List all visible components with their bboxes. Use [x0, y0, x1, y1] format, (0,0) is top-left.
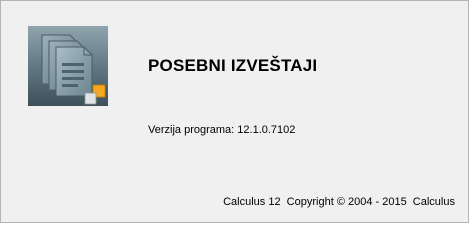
version-label: Verzija programa: — [148, 124, 235, 136]
about-panel: POSEBNI IZVEŠTAJI Verzija programa: 12.1… — [0, 0, 469, 223]
copyright-text: Calculus 12 Copyright © 2004 - 2015 Calc… — [223, 196, 455, 208]
version-number: 12.1.0.7102 — [237, 124, 296, 136]
product-title: POSEBNI IZVEŠTAJI — [148, 56, 318, 75]
version-line: Verzija programa: 12.1.0.7102 — [148, 124, 295, 136]
stacked-documents-icon — [28, 26, 108, 106]
